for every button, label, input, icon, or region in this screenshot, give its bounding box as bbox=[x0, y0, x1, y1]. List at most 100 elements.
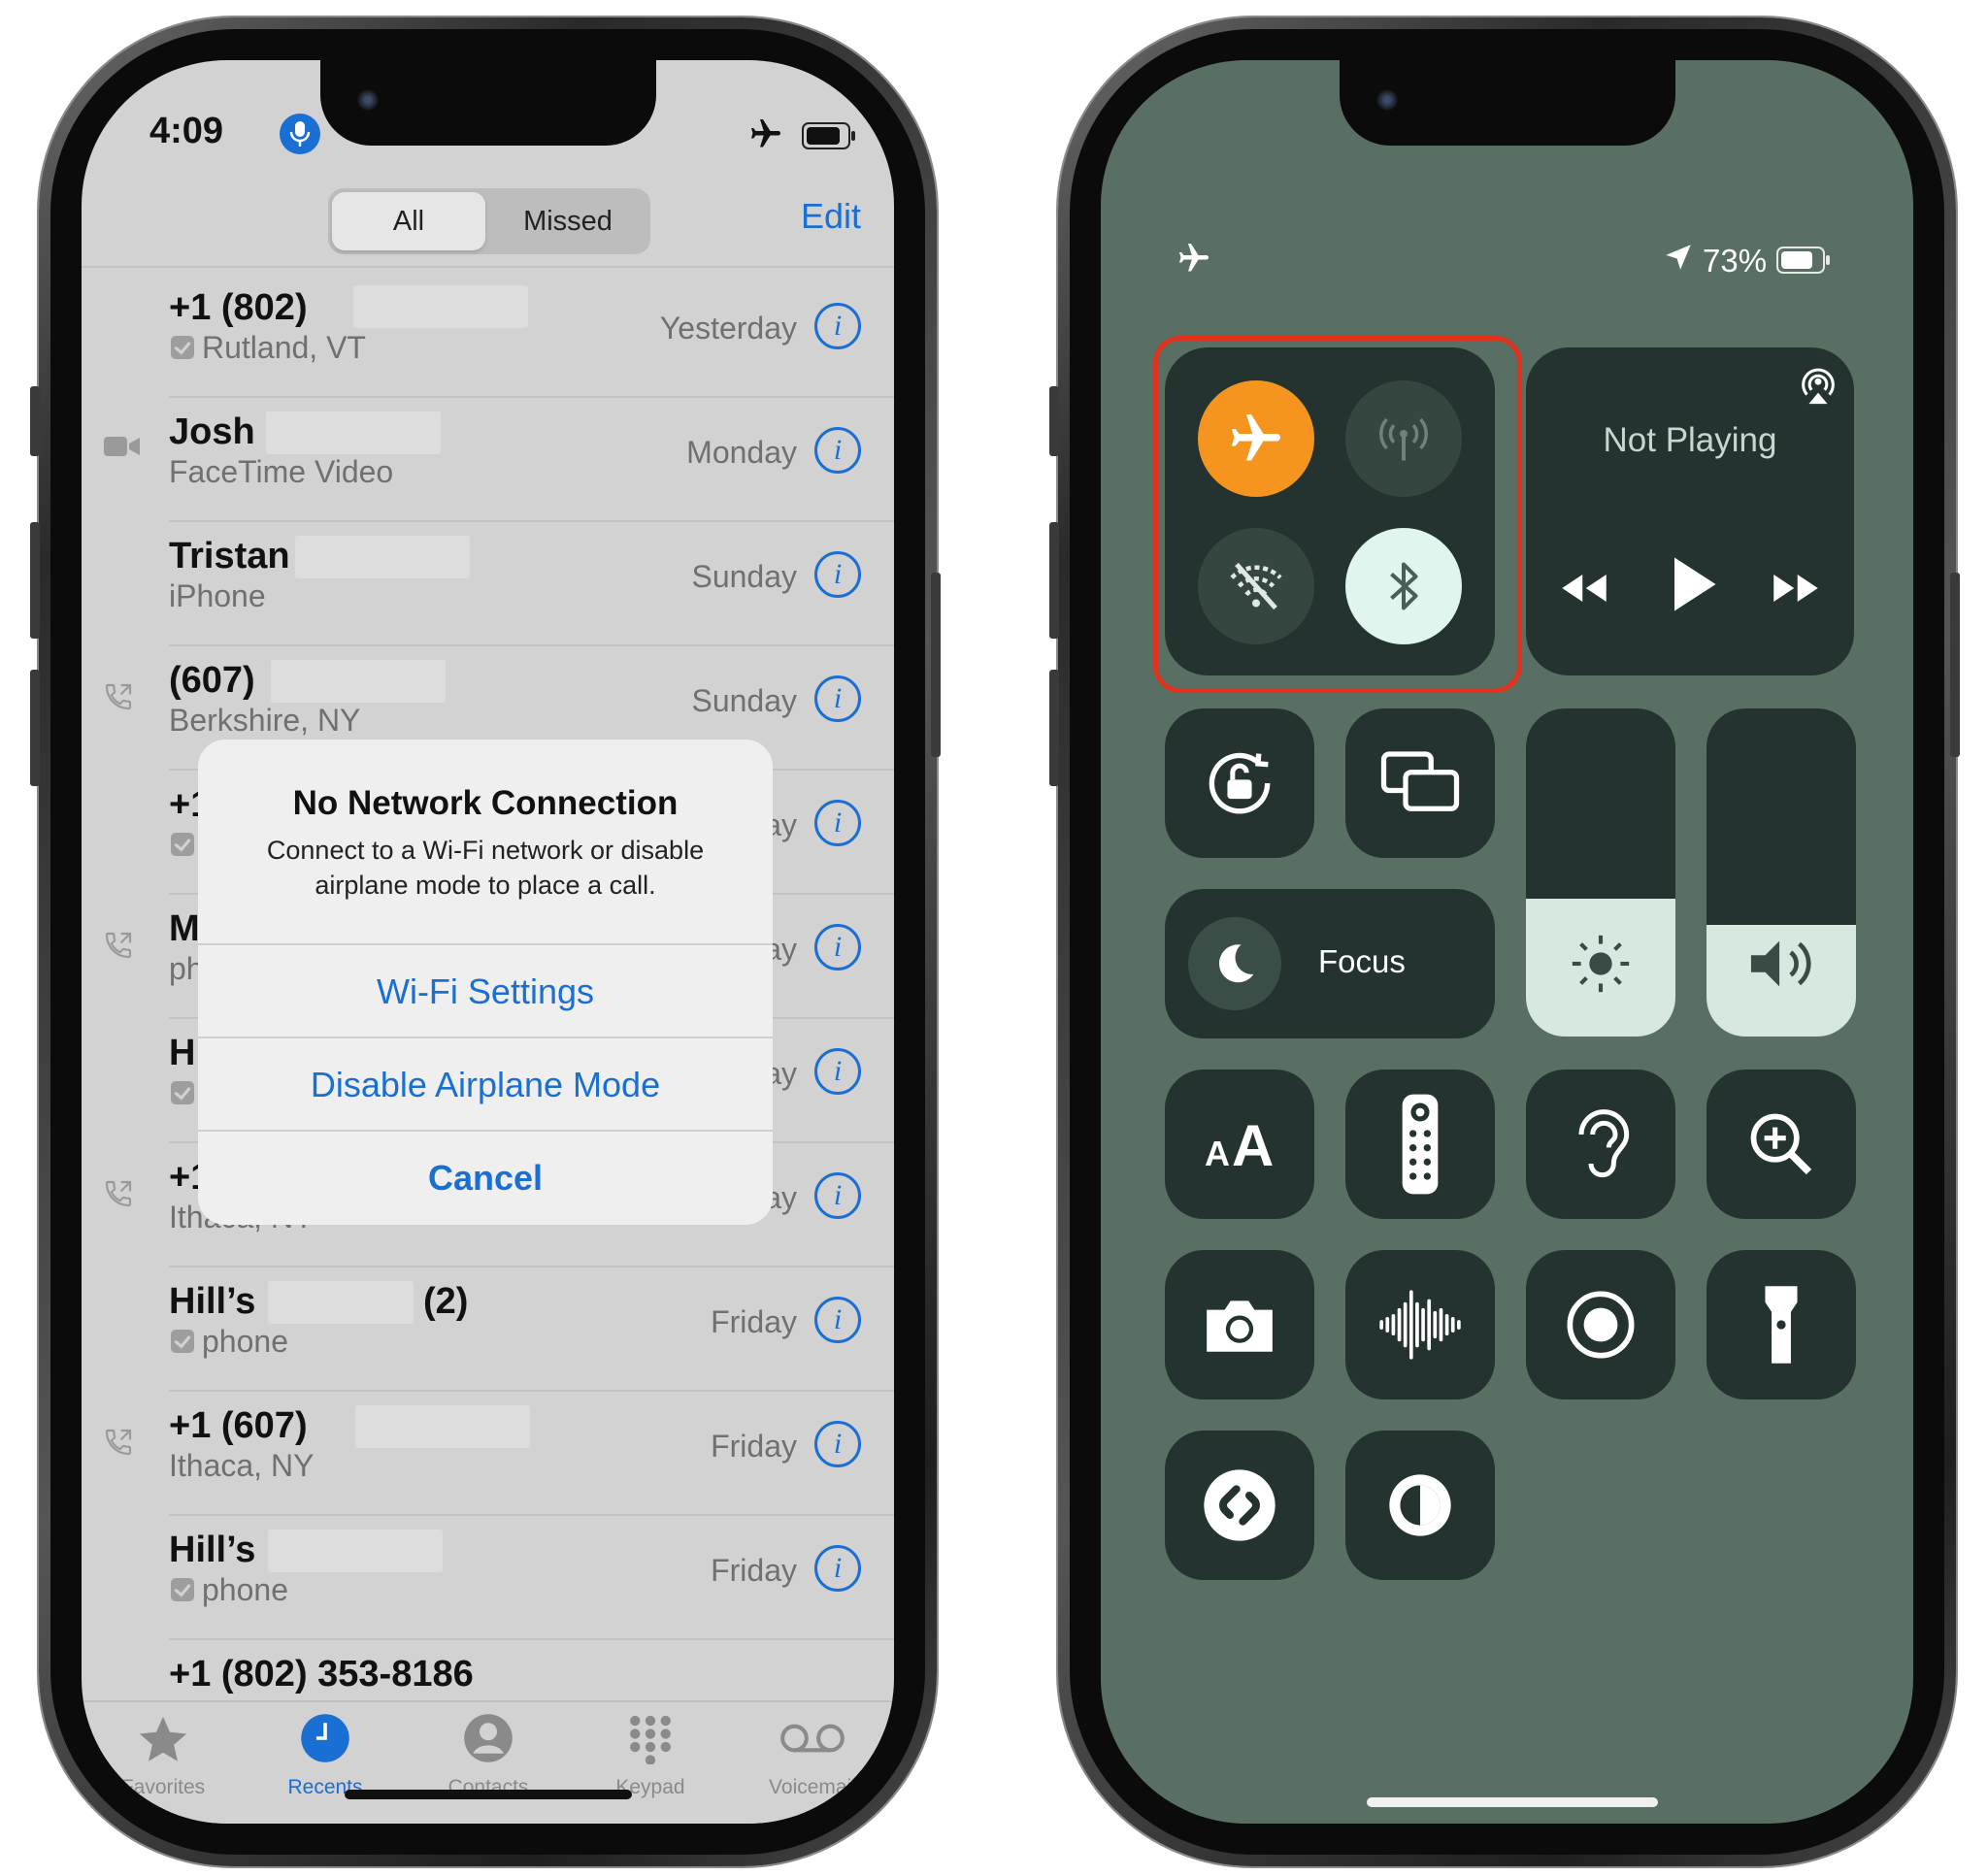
wifi-toggle[interactable] bbox=[1198, 528, 1314, 644]
camera-button[interactable] bbox=[1165, 1250, 1314, 1399]
screen-recording-button[interactable] bbox=[1526, 1250, 1675, 1399]
rotation-lock-toggle[interactable] bbox=[1165, 708, 1314, 858]
ear-icon bbox=[1578, 1109, 1630, 1178]
magnifier-button[interactable] bbox=[1706, 1070, 1856, 1219]
tab-contacts[interactable]: Contacts bbox=[420, 1712, 556, 1798]
text-size-button[interactable]: AA bbox=[1165, 1070, 1314, 1219]
moon-icon bbox=[1218, 944, 1254, 983]
wifi-settings-button[interactable]: Wi-Fi Settings bbox=[198, 943, 773, 1038]
microphone-indicator-icon bbox=[280, 114, 320, 154]
checkbox-icon bbox=[171, 1330, 194, 1353]
call-row[interactable]: Hill’s phone Friday i bbox=[82, 1516, 894, 1640]
info-icon[interactable]: i bbox=[814, 1545, 861, 1592]
edit-button[interactable]: Edit bbox=[801, 196, 861, 237]
screen-record-icon bbox=[1567, 1291, 1635, 1359]
clock-icon bbox=[301, 1714, 349, 1762]
tab-recents[interactable]: Recents bbox=[257, 1712, 393, 1798]
info-icon[interactable]: i bbox=[814, 1421, 861, 1467]
dark-mode-button[interactable] bbox=[1345, 1431, 1495, 1580]
cellular-data-toggle[interactable] bbox=[1345, 380, 1462, 497]
apple-tv-remote-button[interactable] bbox=[1345, 1070, 1495, 1219]
call-detail: phone bbox=[202, 1324, 288, 1359]
info-icon[interactable]: i bbox=[814, 427, 861, 474]
disable-airplane-mode-button[interactable]: Disable Airplane Mode bbox=[198, 1037, 773, 1132]
dark-mode-icon bbox=[1389, 1474, 1451, 1536]
call-row[interactable]: Hill’s (2) phone Friday i bbox=[82, 1267, 894, 1392]
airplay-icon[interactable] bbox=[1796, 363, 1840, 408]
play-icon[interactable] bbox=[1670, 555, 1718, 613]
info-icon[interactable]: i bbox=[814, 1172, 861, 1219]
star-icon bbox=[139, 1716, 187, 1761]
tab-voicemail[interactable]: Voicemail bbox=[745, 1712, 880, 1798]
home-indicator[interactable] bbox=[1367, 1797, 1658, 1807]
info-icon[interactable]: i bbox=[814, 924, 861, 971]
call-time: Monday bbox=[686, 435, 797, 470]
call-time: Friday bbox=[711, 1429, 797, 1464]
caller-name: (607) bbox=[169, 660, 255, 701]
caller-name: Hill’s bbox=[169, 1530, 256, 1570]
waveform-icon bbox=[1379, 1290, 1461, 1360]
magnifier-icon bbox=[1750, 1113, 1812, 1175]
call-detail: phone bbox=[202, 1572, 288, 1607]
info-icon[interactable]: i bbox=[814, 303, 861, 349]
focus-icon-circle bbox=[1188, 917, 1281, 1010]
side-button bbox=[30, 386, 40, 456]
tab-label: Favorites bbox=[120, 1776, 206, 1798]
hearing-button[interactable] bbox=[1526, 1070, 1675, 1219]
shazam-button[interactable] bbox=[1165, 1431, 1314, 1580]
call-row[interactable]: +1 (802) Rutland, VT Yesterday i bbox=[82, 274, 894, 398]
call-time: Sunday bbox=[691, 683, 797, 718]
call-time: Friday bbox=[711, 1304, 797, 1339]
segment-all[interactable]: All bbox=[332, 192, 485, 250]
side-button bbox=[1950, 573, 1960, 757]
call-detail: iPhone bbox=[169, 578, 266, 613]
flashlight-button[interactable] bbox=[1706, 1250, 1856, 1399]
call-row[interactable]: Tristan iPhone Sunday i bbox=[82, 522, 894, 646]
caller-name: +1 (802) 353-8186 bbox=[169, 1654, 474, 1695]
media-status: Not Playing bbox=[1603, 421, 1777, 459]
voicemail-icon bbox=[780, 1724, 845, 1753]
focus-button[interactable]: Focus bbox=[1165, 889, 1495, 1038]
no-network-alert: No Network Connection Connect to a Wi-Fi… bbox=[198, 740, 773, 1225]
caller-name: Hill’s bbox=[169, 1281, 256, 1322]
screen-mirroring-button[interactable] bbox=[1345, 708, 1495, 858]
tab-label: Voicemail bbox=[769, 1776, 856, 1798]
status-time: 4:09 bbox=[149, 111, 224, 151]
flashlight-icon bbox=[1765, 1286, 1798, 1364]
rewind-icon[interactable] bbox=[1557, 571, 1611, 606]
voice-memos-button[interactable] bbox=[1345, 1250, 1495, 1399]
segment-missed[interactable]: Missed bbox=[489, 192, 646, 250]
caller-name: Josh bbox=[169, 411, 255, 452]
caller-name: +1 (607) bbox=[169, 1405, 308, 1446]
control-center-screen: 73% Not Playing Focus A A bbox=[1101, 60, 1913, 1824]
cellular-antenna-icon bbox=[1379, 417, 1428, 461]
volume-slider[interactable] bbox=[1706, 708, 1856, 1037]
call-row[interactable]: +1 (607) Ithaca, NY Friday i bbox=[82, 1392, 894, 1516]
bluetooth-toggle[interactable] bbox=[1345, 528, 1462, 644]
cancel-button[interactable]: Cancel bbox=[198, 1130, 773, 1225]
airplane-mode-toggle[interactable] bbox=[1198, 380, 1314, 497]
fast-forward-icon[interactable] bbox=[1769, 571, 1823, 606]
tab-keypad[interactable]: Keypad bbox=[582, 1712, 718, 1798]
battery-percent: 73% bbox=[1703, 243, 1768, 279]
airplane-icon bbox=[751, 119, 780, 148]
list-top-divider bbox=[82, 266, 894, 268]
wifi-off-icon bbox=[1230, 562, 1282, 610]
side-button bbox=[1049, 670, 1059, 786]
redacted-block bbox=[268, 1281, 414, 1324]
info-icon[interactable]: i bbox=[814, 800, 861, 846]
home-indicator[interactable] bbox=[345, 1790, 632, 1799]
call-row[interactable]: Josh FaceTime Video Monday i bbox=[82, 398, 894, 522]
info-icon[interactable]: i bbox=[814, 1297, 861, 1343]
call-detail: Ithaca, NY bbox=[169, 1448, 315, 1483]
checkbox-icon bbox=[171, 1081, 194, 1104]
info-icon[interactable]: i bbox=[814, 1048, 861, 1095]
info-icon[interactable]: i bbox=[814, 675, 861, 722]
call-time: Yesterday bbox=[659, 311, 797, 346]
info-icon[interactable]: i bbox=[814, 551, 861, 598]
brightness-slider[interactable] bbox=[1526, 708, 1675, 1037]
airplane-icon bbox=[1232, 414, 1280, 461]
redacted-block bbox=[353, 285, 528, 328]
tab-favorites[interactable]: Favorites bbox=[95, 1712, 231, 1798]
now-playing-panel[interactable]: Not Playing bbox=[1526, 347, 1854, 675]
